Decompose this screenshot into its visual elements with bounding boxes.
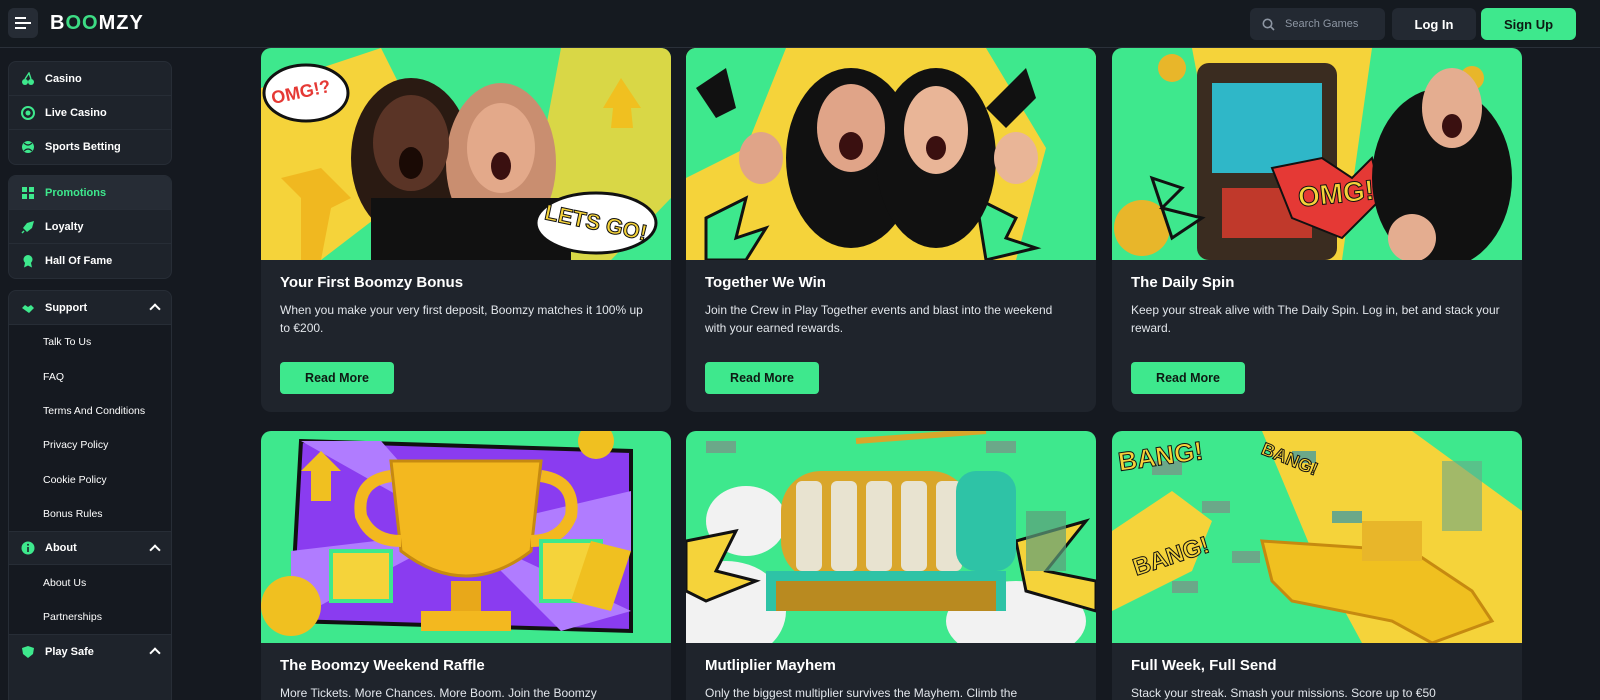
login-button[interactable]: Log In <box>1392 8 1476 40</box>
sidebar-item-casino[interactable]: Casino <box>9 62 171 96</box>
sidebar-link-talk-to-us[interactable]: Talk To Us <box>9 325 171 360</box>
shield-hand-icon <box>21 645 35 659</box>
promo-card-full-week-full-send[interactable]: BANG! BANG! BANG! Full Week, Full Send S… <box>1112 431 1522 700</box>
medal-icon <box>21 254 35 268</box>
sidebar-link-about-us[interactable]: About Us <box>9 565 171 600</box>
sidebar-item-play-safe[interactable]: Play Safe <box>9 634 171 668</box>
search-input[interactable]: Search Games <box>1250 8 1385 40</box>
handshake-icon <box>21 301 35 315</box>
sidebar-item-label: Casino <box>45 72 82 85</box>
card-description: Join the Crew in Play Together events an… <box>705 303 1053 335</box>
hamburger-icon <box>15 17 31 29</box>
brand-logo[interactable]: BOOMZY <box>50 12 144 35</box>
sidebar-item-label: Hall Of Fame <box>45 255 113 267</box>
sidebar-item-label: Play Safe <box>45 645 94 658</box>
sidebar-item-sports-betting[interactable]: Sports Betting <box>9 130 171 164</box>
sidebar-item-hall-of-fame[interactable]: Hall Of Fame <box>9 244 171 278</box>
sidebar-item-promotions[interactable]: Promotions <box>9 176 171 210</box>
chevron-up-icon[interactable] <box>149 647 161 659</box>
sidebar-support-group: Support Talk To Us FAQ Terms And Conditi… <box>8 290 172 700</box>
sidebar-link-terms[interactable]: Terms And Conditions <box>9 393 171 429</box>
promo-card-daily-spin[interactable]: OMG! The Daily Spin Keep your streak ali… <box>1112 48 1522 412</box>
about-submenu: About Us Partnerships <box>9 565 171 635</box>
promo-image <box>686 48 1096 260</box>
promo-card-weekend-raffle[interactable]: The Boomzy Weekend Raffle More Tickets. … <box>261 431 671 700</box>
support-submenu: Talk To Us FAQ Terms And Conditions Priv… <box>9 325 171 532</box>
sidebar-item-about[interactable]: About <box>9 531 171 566</box>
promo-image: BANG! BANG! BANG! <box>1112 431 1522 643</box>
card-title: Together We Win <box>705 274 826 291</box>
chevron-up-icon[interactable] <box>149 303 161 315</box>
sidebar-link-cookie[interactable]: Cookie Policy <box>9 462 171 497</box>
promo-card-multiplier-mayhem[interactable]: Mutliplier Mayhem Only the biggest multi… <box>686 431 1096 700</box>
menu-toggle-button[interactable] <box>8 8 38 38</box>
info-icon <box>21 541 35 555</box>
promo-image: OMG!? LETS GO! <box>261 48 671 260</box>
sidebar-item-label: Live Casino <box>45 106 107 119</box>
promo-card-first-bonus[interactable]: OMG!? LETS GO! Your First Boomzy Bonus W… <box>261 48 671 412</box>
sidebar-item-label: Support <box>45 301 88 314</box>
promo-card-together-we-win[interactable]: Together We Win Join the Crew in Play To… <box>686 48 1096 412</box>
card-title: The Daily Spin <box>1131 274 1235 291</box>
read-more-button[interactable]: Read More <box>280 362 394 394</box>
cherry-icon <box>21 71 35 86</box>
sidebar-item-label: About <box>45 542 77 555</box>
card-description: Keep your streak alive with The Daily Sp… <box>1131 303 1500 335</box>
signup-button[interactable]: Sign Up <box>1481 8 1576 40</box>
sidebar: Casino Live Casino Sports Betting Promot… <box>0 48 178 700</box>
sidebar-item-live-casino[interactable]: Live Casino <box>9 96 171 130</box>
read-more-button[interactable]: Read More <box>1131 362 1245 394</box>
promo-image <box>686 431 1096 643</box>
sidebar-promo-group: Promotions Loyalty Hall Of Fame <box>8 175 172 279</box>
chevron-up-icon[interactable] <box>149 544 161 557</box>
card-title: Your First Boomzy Bonus <box>280 274 464 291</box>
sidebar-item-label: Promotions <box>45 186 107 199</box>
sidebar-games-group: Casino Live Casino Sports Betting <box>8 61 172 165</box>
card-title: Mutliplier Mayhem <box>705 657 836 674</box>
card-description: Stack your streak. Smash your missions. … <box>1131 686 1436 700</box>
chip-icon <box>21 105 35 120</box>
sidebar-item-support[interactable]: Support <box>9 291 171 325</box>
sidebar-item-label: Loyalty <box>45 220 84 233</box>
promo-image <box>261 431 671 643</box>
sidebar-item-label: Sports Betting <box>45 141 121 153</box>
grid-icon <box>21 186 35 200</box>
ball-icon <box>21 140 35 154</box>
card-description: When you make your very first deposit, B… <box>280 303 643 335</box>
search-placeholder: Search Games <box>1285 18 1359 30</box>
card-title: Full Week, Full Send <box>1131 657 1277 674</box>
card-description: More Tickets. More Chances. More Boom. J… <box>280 686 597 700</box>
sidebar-item-loyalty[interactable]: Loyalty <box>9 210 171 244</box>
sidebar-link-bonus-rules[interactable]: Bonus Rules <box>9 496 171 532</box>
card-description: Only the biggest multiplier survives the… <box>705 686 1018 700</box>
sidebar-link-privacy[interactable]: Privacy Policy <box>9 428 171 463</box>
card-title: The Boomzy Weekend Raffle <box>280 657 485 674</box>
rocket-icon <box>21 220 35 234</box>
sidebar-link-partnerships[interactable]: Partnerships <box>9 599 171 635</box>
read-more-button[interactable]: Read More <box>705 362 819 394</box>
sidebar-link-faq[interactable]: FAQ <box>9 359 171 394</box>
search-icon <box>1262 18 1275 31</box>
promo-image: OMG! <box>1112 48 1522 260</box>
top-header: BOOMZY Search Games Log In Sign Up <box>0 0 1600 48</box>
